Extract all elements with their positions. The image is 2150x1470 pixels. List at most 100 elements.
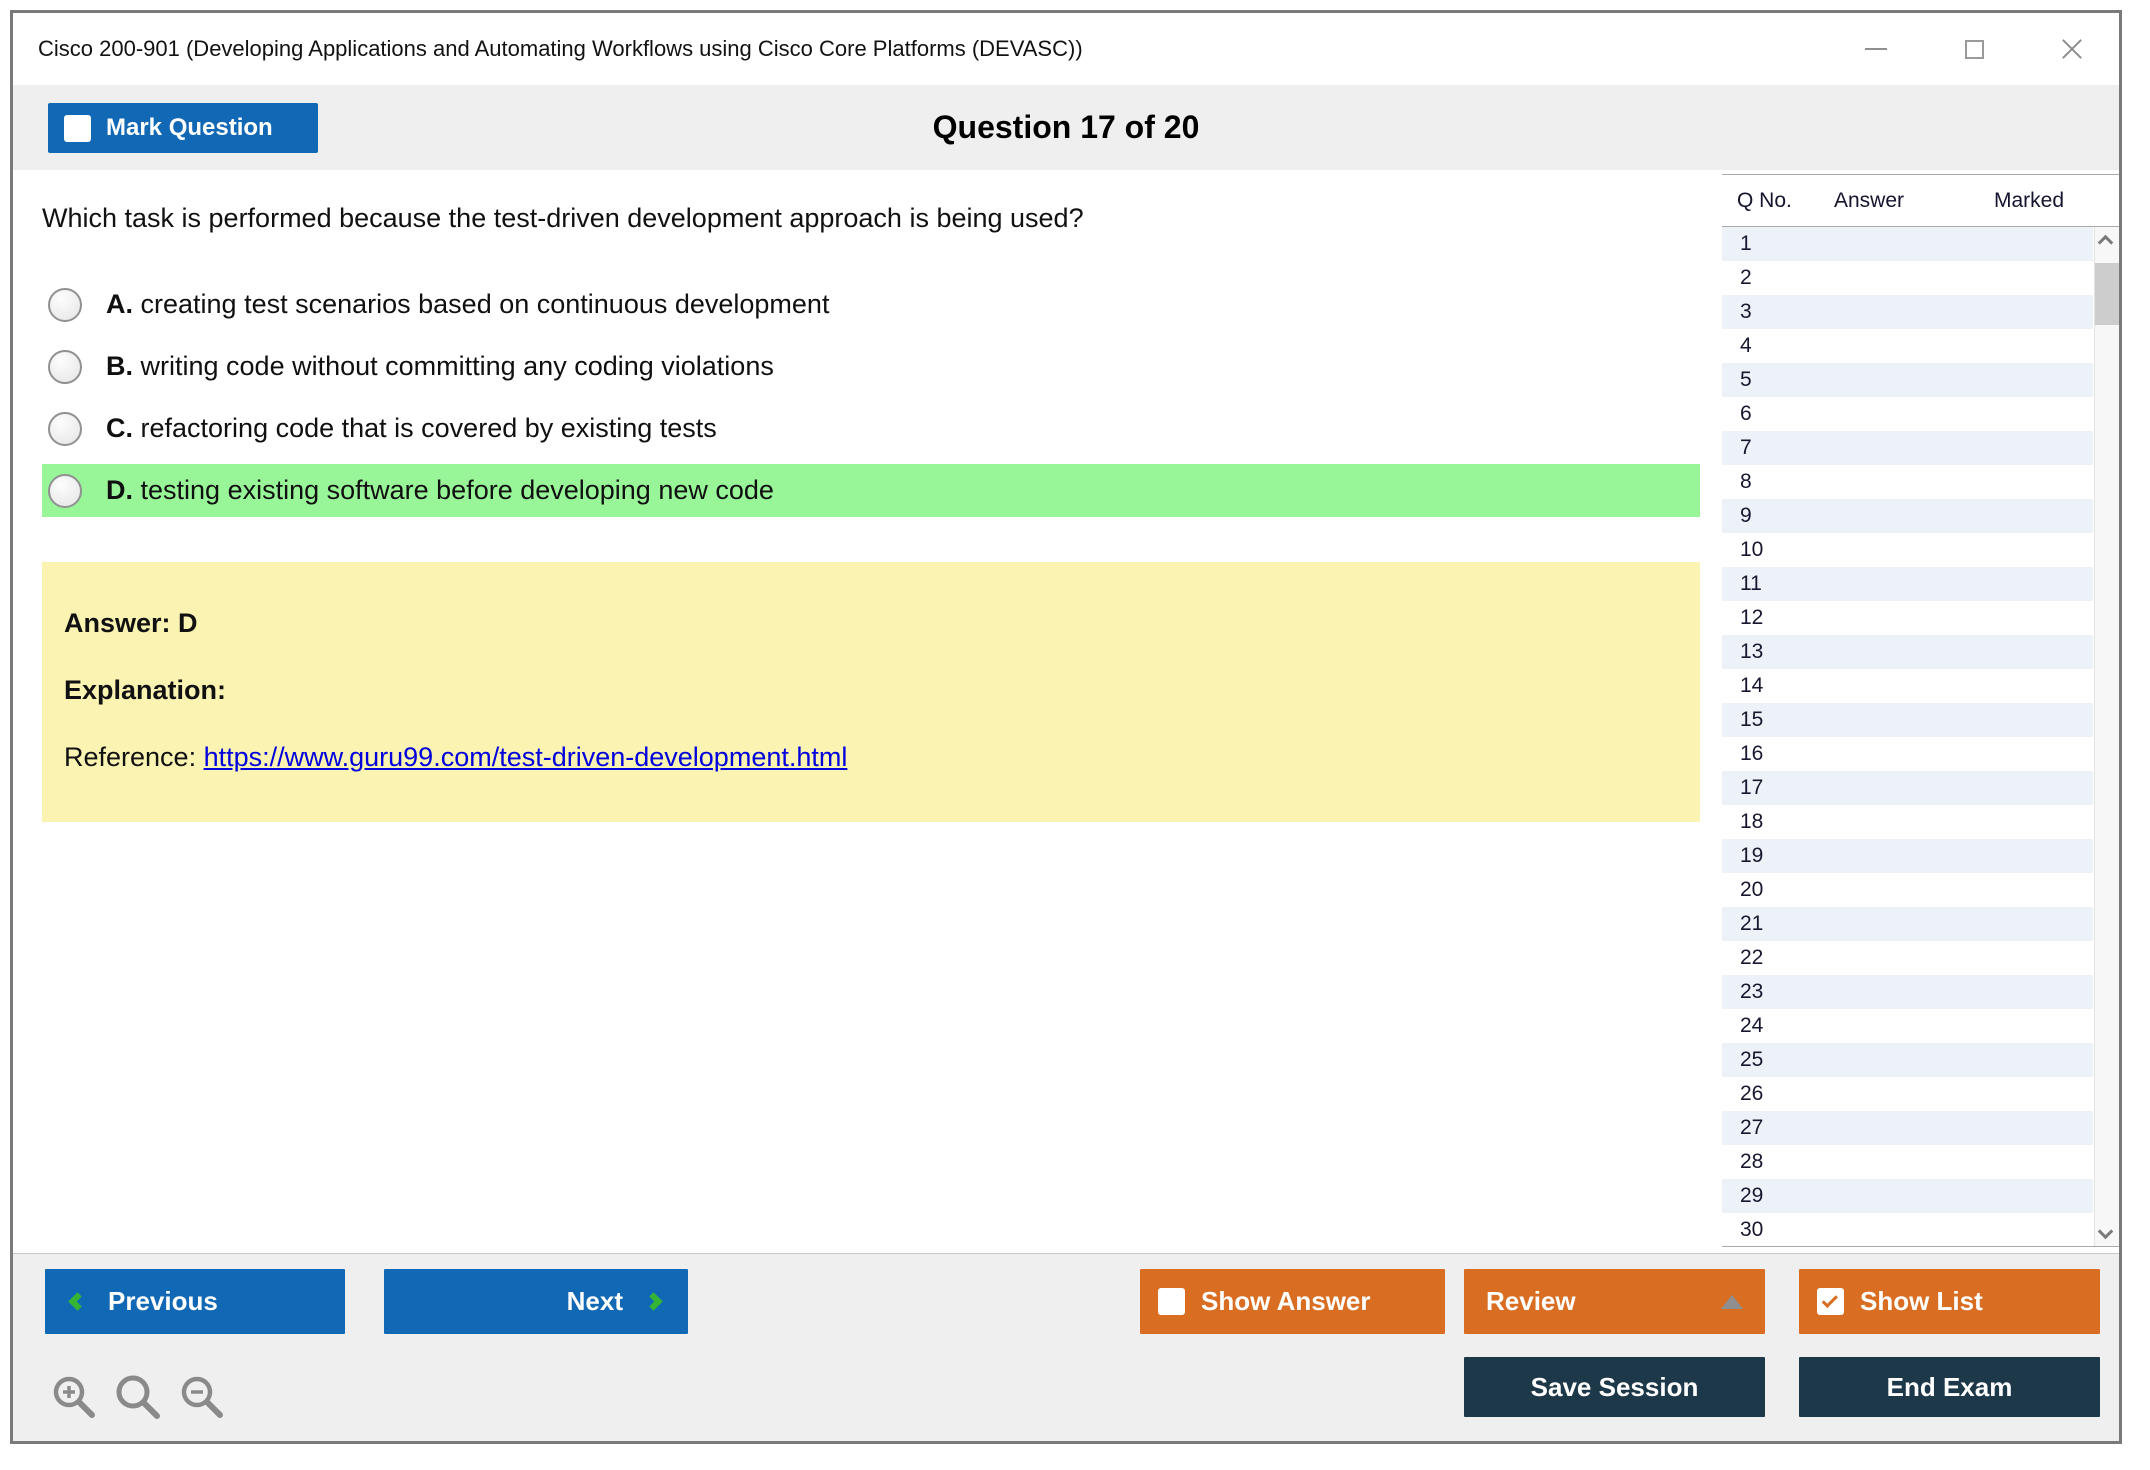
- question-list-row[interactable]: 9: [1722, 499, 2093, 533]
- question-list-row[interactable]: 1: [1722, 227, 2093, 261]
- question-list-row[interactable]: 27: [1722, 1111, 2093, 1145]
- question-list-row[interactable]: 13: [1722, 635, 2093, 669]
- column-marked: Marked: [1994, 189, 2064, 213]
- title-bar: Cisco 200-901 (Developing Applications a…: [13, 13, 2119, 85]
- option-row[interactable]: C. refactoring code that is covered by e…: [42, 402, 1700, 455]
- question-list-row[interactable]: 20: [1722, 873, 2093, 907]
- footer-toolbar: Previous Next Show: [13, 1253, 2119, 1441]
- zoom-controls: [49, 1372, 227, 1422]
- show-list-button[interactable]: Show List: [1799, 1269, 2100, 1334]
- question-list-row[interactable]: 19: [1722, 839, 2093, 873]
- column-answer: Answer: [1834, 189, 1962, 213]
- question-number: 5: [1740, 368, 1752, 391]
- question-list-row[interactable]: 11: [1722, 567, 2093, 601]
- question-list-scrollbar[interactable]: [2094, 227, 2119, 1247]
- question-number: 4: [1740, 334, 1752, 357]
- minimize-button[interactable]: [1859, 32, 1893, 66]
- review-button[interactable]: Review: [1464, 1269, 1765, 1334]
- question-list-row[interactable]: 3: [1722, 295, 2093, 329]
- question-list-row[interactable]: 4: [1722, 329, 2093, 363]
- question-number: 1: [1740, 232, 1752, 255]
- question-list-row[interactable]: 7: [1722, 431, 2093, 465]
- question-list-row[interactable]: 23: [1722, 975, 2093, 1009]
- zoom-in-icon[interactable]: [49, 1372, 99, 1422]
- mark-question-label: Mark Question: [106, 114, 273, 142]
- question-number: 11: [1740, 572, 1762, 595]
- question-list-row[interactable]: 16: [1722, 737, 2093, 771]
- option-row[interactable]: B. writing code without committing any c…: [42, 340, 1700, 393]
- question-list-row[interactable]: 24: [1722, 1009, 2093, 1043]
- header-band: Question 17 of 20 Mark Question: [13, 85, 2119, 170]
- minimize-icon: [1865, 48, 1887, 50]
- question-list-row[interactable]: 5: [1722, 363, 2093, 397]
- question-list-row[interactable]: 8: [1722, 465, 2093, 499]
- option-text: D. testing existing software before deve…: [106, 475, 774, 506]
- question-counter: Question 17 of 20: [13, 85, 2119, 170]
- question-number: 27: [1740, 1116, 1763, 1139]
- show-list-checkbox[interactable]: [1817, 1288, 1844, 1315]
- show-answer-label: Show Answer: [1201, 1286, 1371, 1317]
- options-list: A. creating test scenarios based on cont…: [42, 278, 1700, 526]
- question-list-row[interactable]: 18: [1722, 805, 2093, 839]
- option-text: C. refactoring code that is covered by e…: [106, 413, 717, 444]
- question-number: 21: [1740, 912, 1763, 935]
- question-number: 10: [1740, 538, 1763, 561]
- close-button[interactable]: [2055, 32, 2089, 66]
- question-panel: Which task is performed because the test…: [13, 170, 2119, 1259]
- question-number: 20: [1740, 878, 1763, 901]
- window-controls: [1859, 13, 2089, 85]
- option-radio[interactable]: [48, 288, 82, 322]
- window-title: Cisco 200-901 (Developing Applications a…: [38, 36, 1083, 62]
- question-list-row[interactable]: 21: [1722, 907, 2093, 941]
- question-list-row[interactable]: 2: [1722, 261, 2093, 295]
- mark-question-checkbox[interactable]: [64, 115, 91, 142]
- question-list-row[interactable]: 6: [1722, 397, 2093, 431]
- question-list-row[interactable]: 14: [1722, 669, 2093, 703]
- option-radio[interactable]: [48, 412, 82, 446]
- magnifier-icon[interactable]: [113, 1372, 163, 1422]
- question-list-row[interactable]: 10: [1722, 533, 2093, 567]
- maximize-button[interactable]: [1957, 32, 1991, 66]
- reference-line: Reference: https://www.guru99.com/test-d…: [64, 742, 1678, 773]
- question-list-row[interactable]: 17: [1722, 771, 2093, 805]
- question-list-sidebar: Q No. Answer Marked 12345678910111213141…: [1722, 174, 2119, 1247]
- option-text: A. creating test scenarios based on cont…: [106, 289, 829, 320]
- end-exam-button[interactable]: End Exam: [1799, 1357, 2100, 1417]
- question-list-row[interactable]: 28: [1722, 1145, 2093, 1179]
- save-session-button[interactable]: Save Session: [1464, 1357, 1765, 1417]
- explanation-label: Explanation:: [64, 675, 1678, 706]
- column-qno: Q No.: [1722, 189, 1834, 213]
- question-list-row[interactable]: 26: [1722, 1077, 2093, 1111]
- end-exam-label: End Exam: [1887, 1372, 2013, 1403]
- scroll-up-icon[interactable]: [2098, 235, 2114, 251]
- mark-question-button[interactable]: Mark Question: [48, 103, 318, 153]
- option-row[interactable]: D. testing existing software before deve…: [42, 464, 1700, 517]
- question-number: 15: [1740, 708, 1763, 731]
- zoom-out-icon[interactable]: [177, 1372, 227, 1422]
- next-button[interactable]: Next: [384, 1269, 688, 1334]
- option-radio[interactable]: [48, 474, 82, 508]
- previous-button[interactable]: Previous: [45, 1269, 345, 1334]
- option-row[interactable]: A. creating test scenarios based on cont…: [42, 278, 1700, 331]
- question-list-row[interactable]: 12: [1722, 601, 2093, 635]
- review-label: Review: [1486, 1286, 1576, 1317]
- reference-link[interactable]: https://www.guru99.com/test-driven-devel…: [204, 742, 848, 772]
- question-list-row[interactable]: 29: [1722, 1179, 2093, 1213]
- close-icon: [2060, 37, 2084, 61]
- show-answer-checkbox[interactable]: [1158, 1288, 1185, 1315]
- show-answer-button[interactable]: Show Answer: [1140, 1269, 1445, 1334]
- question-text: Which task is performed because the test…: [42, 203, 1084, 234]
- question-number: 12: [1740, 606, 1763, 629]
- scrollbar-thumb[interactable]: [2095, 263, 2119, 325]
- question-list-row[interactable]: 15: [1722, 703, 2093, 737]
- question-number: 22: [1740, 946, 1763, 969]
- option-radio[interactable]: [48, 350, 82, 384]
- question-list-row[interactable]: 30: [1722, 1213, 2093, 1247]
- maximize-icon: [1965, 40, 1984, 59]
- question-list-row[interactable]: 25: [1722, 1043, 2093, 1077]
- check-icon: [1822, 1291, 1838, 1307]
- scroll-down-icon[interactable]: [2098, 1224, 2114, 1240]
- question-list-row[interactable]: 22: [1722, 941, 2093, 975]
- question-number: 6: [1740, 402, 1752, 425]
- question-number: 7: [1740, 436, 1752, 459]
